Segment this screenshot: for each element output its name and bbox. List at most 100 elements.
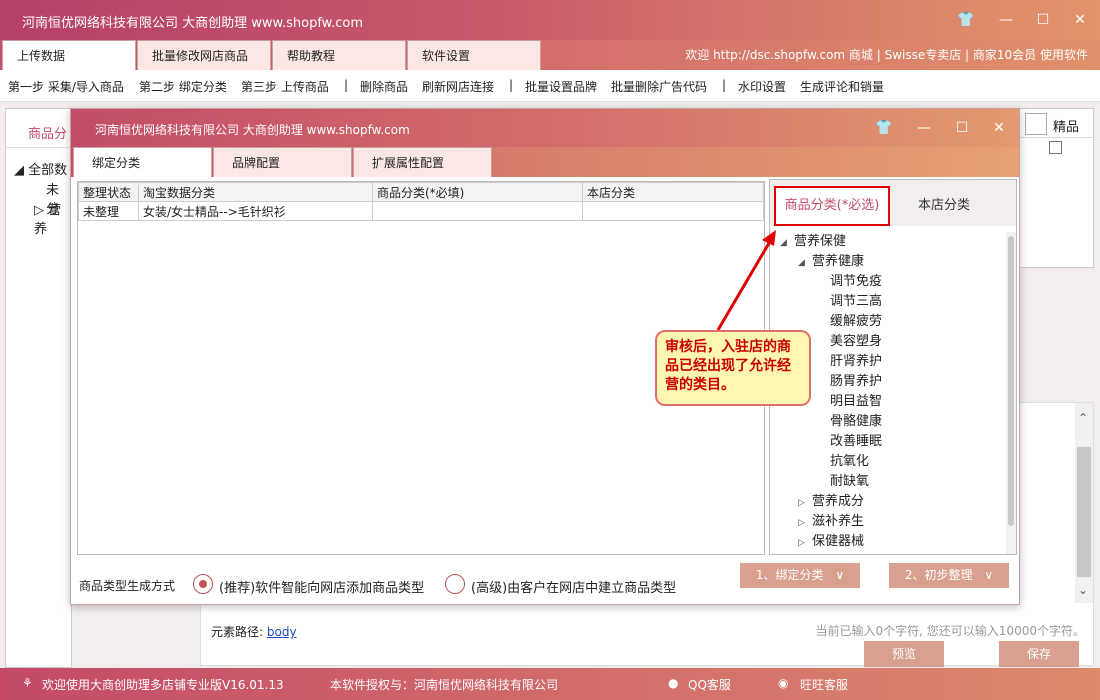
select-all-checkbox[interactable] xyxy=(1025,113,1047,135)
cell-taobao-category: 女装/女士精品-->毛针织衫 xyxy=(138,201,373,221)
main-tab-row: 上传数据 批量修改网店商品 帮助教程 软件设置 欢迎 http://dsc.sh… xyxy=(0,40,1100,70)
qq-service-link[interactable]: QQ客服 xyxy=(688,676,731,693)
tree-node-label: 抗氧化 xyxy=(830,454,870,469)
tab-upload-data[interactable]: 上传数据 xyxy=(2,40,136,70)
separator: | xyxy=(509,78,514,92)
chevron-down-icon[interactable]: ∨ xyxy=(835,568,844,582)
tree-node[interactable]: ▷ 保健器械 xyxy=(798,530,864,549)
editor-scrollbar[interactable]: ⌃ ⌄ xyxy=(1075,403,1093,603)
wangwang-icon[interactable]: ◉ xyxy=(778,676,788,690)
tab-brand-config[interactable]: 品牌配置 xyxy=(213,147,352,177)
scroll-up-icon[interactable]: ⌃ xyxy=(1078,411,1088,425)
dialog-skin-icon[interactable]: 👕 xyxy=(871,116,897,140)
refresh-connection-button[interactable]: 刷新网店连接 xyxy=(422,78,494,95)
radio-advanced-label[interactable]: (高级)由客户在网店中建立商品类型 xyxy=(471,577,676,596)
save-button[interactable]: 保存 xyxy=(999,641,1079,667)
chevron-down-icon[interactable]: ∨ xyxy=(984,568,993,582)
collapsed-triangle-icon[interactable]: ▷ xyxy=(798,518,812,528)
tab-bind-category[interactable]: 绑定分类 xyxy=(73,147,212,177)
expanded-triangle-icon[interactable]: ◢ xyxy=(780,238,794,248)
dialog-close-icon[interactable]: ✕ xyxy=(986,116,1012,140)
collapsed-triangle-icon[interactable]: ▷ xyxy=(798,498,812,508)
bg-right-panel: 精品 xyxy=(1018,108,1094,268)
bind-category-button[interactable]: 1、绑定分类 ∨ xyxy=(740,563,860,588)
bg-category-tab[interactable]: 商品分 xyxy=(28,123,67,142)
tree-node[interactable]: 肠胃养护 xyxy=(816,370,882,389)
tree-node-label: 肝肾养护 xyxy=(830,354,883,369)
tree-node-label: 美容塑身 xyxy=(830,334,883,349)
tab-settings[interactable]: 软件设置 xyxy=(407,40,541,70)
watermark-button[interactable]: 水印设置 xyxy=(738,78,786,95)
app-title: 河南恒优网络科技有限公司 大商创助理 www.shopfw.com xyxy=(22,16,364,31)
tree-node[interactable]: 明目益智 xyxy=(816,390,882,409)
col-goods-category[interactable]: 商品分类(*必填) xyxy=(372,182,583,202)
close-icon[interactable]: ✕ xyxy=(1067,8,1093,32)
cell-goods-category[interactable] xyxy=(372,201,583,221)
tree-node[interactable]: 改善睡眠 xyxy=(816,430,882,449)
step3-button[interactable]: 第三步 上传商品 xyxy=(241,78,329,95)
col-taobao-category[interactable]: 淘宝数据分类 xyxy=(138,182,373,202)
tree-scrollbar[interactable] xyxy=(1006,232,1016,554)
tree-node-label: 调节免疫 xyxy=(830,274,883,289)
step2-button[interactable]: 第二步 绑定分类 xyxy=(139,78,227,95)
skin-icon[interactable]: 👕 xyxy=(953,8,979,32)
delete-goods-button[interactable]: 删除商品 xyxy=(360,78,408,95)
radio-recommended-label[interactable]: (推荐)软件智能向网店添加商品类型 xyxy=(219,577,424,596)
step1-button[interactable]: 第一步 采集/导入商品 xyxy=(8,78,124,95)
radio-recommended[interactable] xyxy=(193,574,213,594)
row-checkbox[interactable] xyxy=(1049,141,1062,154)
dialog-maximize-icon[interactable]: ☐ xyxy=(949,116,975,140)
tab-batch-modify[interactable]: 批量修改网店商品 xyxy=(137,40,271,70)
maximize-icon[interactable]: ☐ xyxy=(1030,8,1056,32)
bg-tree-all[interactable]: ◢ 全部数 xyxy=(14,159,67,178)
tree-node[interactable]: ◢ 营养健康 xyxy=(798,250,864,269)
path-body-link[interactable]: body xyxy=(267,625,297,639)
tree-node[interactable]: 调节三高 xyxy=(816,290,882,309)
tab-help[interactable]: 帮助教程 xyxy=(272,40,406,70)
tree-node-label: 耐缺氧 xyxy=(830,474,870,489)
tree-node[interactable]: 肝肾养护 xyxy=(816,350,882,369)
tree-node[interactable]: 骨骼健康 xyxy=(816,410,882,429)
radio-advanced[interactable] xyxy=(445,574,465,594)
cell-status: 未整理 xyxy=(78,201,139,221)
generate-reviews-button[interactable]: 生成评论和销量 xyxy=(800,78,884,95)
tree-node[interactable]: 耐缺氧 xyxy=(816,470,869,489)
batch-delete-ad-button[interactable]: 批量删除广告代码 xyxy=(611,78,707,95)
tree-node[interactable]: ▷ 营养成分 xyxy=(798,490,864,509)
collapsed-triangle-icon[interactable]: ▷ xyxy=(798,538,812,548)
bind-category-label: 1、绑定分类 xyxy=(755,568,824,582)
preview-button[interactable]: 预览 xyxy=(864,641,944,667)
tree-node[interactable]: ▷ 滋补养生 xyxy=(798,510,864,529)
tree-node[interactable]: 调节免疫 xyxy=(816,270,882,289)
wangwang-service-link[interactable]: 旺旺客服 xyxy=(800,676,848,693)
dialog-title: 河南恒优网络科技有限公司 大商创助理 www.shopfw.com xyxy=(95,123,410,137)
col-shop-category[interactable]: 本店分类 xyxy=(582,182,764,202)
leaf-icon: ⚘ xyxy=(22,676,33,690)
tree-node[interactable]: 美容塑身 xyxy=(816,330,882,349)
col-status[interactable]: 整理状态 xyxy=(78,182,139,202)
minimize-icon[interactable]: — xyxy=(993,8,1019,32)
tree-node[interactable]: 抗氧化 xyxy=(816,450,869,469)
tree-node-label: 保健器械 xyxy=(812,534,865,549)
char-count: 当前已输入0个字符, 您还可以输入10000个字符。 xyxy=(815,624,1085,638)
cell-shop-category[interactable] xyxy=(582,201,764,221)
bind-category-dialog: 河南恒优网络科技有限公司 大商创助理 www.shopfw.com 👕 — ☐ … xyxy=(70,108,1020,605)
annotation-callout: 审核后，入驻店的商品已经出现了允许经营的类目。 xyxy=(655,330,811,406)
tab-goods-category-required[interactable]: 商品分类(*必选) xyxy=(774,186,890,226)
bg-tree-nutrition[interactable]: ▷ 营养 xyxy=(34,199,71,237)
tree-node[interactable]: ◢ 营养保健 xyxy=(780,230,846,249)
qq-icon[interactable]: ● xyxy=(668,676,678,690)
bg-left-panel: 商品分 ◢ 全部数 未分 ▷ 营养 xyxy=(5,108,72,668)
init-organize-button[interactable]: 2、初步整理 ∨ xyxy=(889,563,1009,588)
batch-brand-button[interactable]: 批量设置品牌 xyxy=(525,78,597,95)
expanded-triangle-icon[interactable]: ◢ xyxy=(798,258,812,268)
table-row[interactable]: 未整理 女装/女士精品-->毛针织衫 xyxy=(78,201,764,221)
dialog-minimize-icon[interactable]: — xyxy=(911,116,937,140)
scroll-down-icon[interactable]: ⌄ xyxy=(1078,583,1088,597)
tree-node-label: 营养成分 xyxy=(812,494,865,509)
tree-node[interactable]: 缓解疲劳 xyxy=(816,310,882,329)
tab-shop-category[interactable]: 本店分类 xyxy=(894,186,994,226)
tab-ext-attr[interactable]: 扩展属性配置 xyxy=(353,147,492,177)
app-titlebar: 河南恒优网络科技有限公司 大商创助理 www.shopfw.com 👕 — ☐ … xyxy=(0,0,1100,40)
status-bar: ⚘ 欢迎使用大商创助理多店铺专业版V16.01.13 本软件授权与：河南恒优网络… xyxy=(0,668,1100,700)
